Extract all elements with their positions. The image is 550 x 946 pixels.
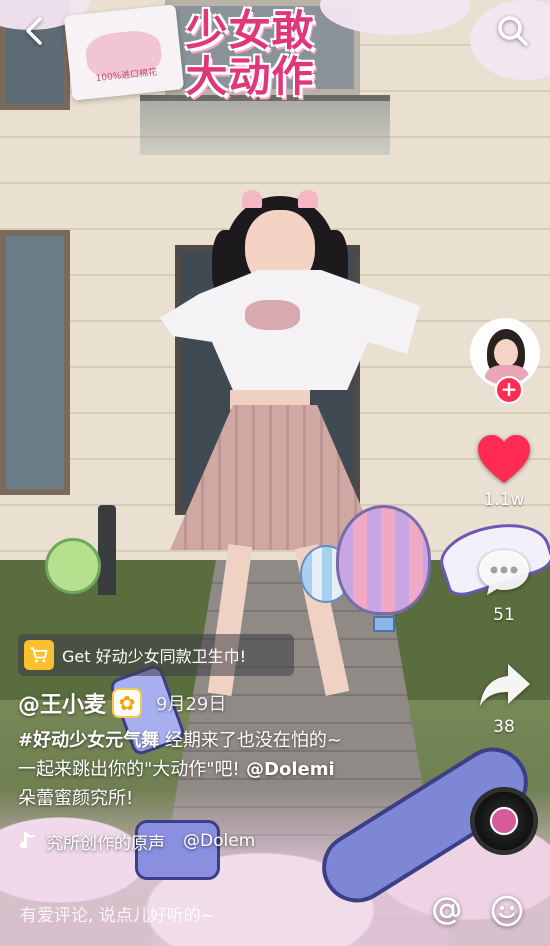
product-link-button[interactable]: Get 好动少女同款卫生巾! xyxy=(18,634,294,676)
like-count: 1.1w xyxy=(483,490,525,510)
shopping-cart-icon xyxy=(24,640,54,670)
sound-mention[interactable]: @Dolem xyxy=(183,831,255,851)
caption-text: 一起来跳出你的"大动作"吧! xyxy=(18,759,240,780)
comment-bar xyxy=(0,886,550,946)
campaign-title-line2: 大动作 xyxy=(185,52,315,101)
caption-text: 经期来了也没在怕的~ xyxy=(159,730,342,751)
glass-canopy xyxy=(140,95,390,155)
share-count: 38 xyxy=(493,717,515,737)
follow-button[interactable]: + xyxy=(495,376,523,404)
music-disc-button[interactable] xyxy=(470,787,538,855)
video-screen[interactable]: 100%进口棉花 少女敢 大动作 + 1.1w 51 38 Get 好动少女同款… xyxy=(0,0,550,946)
music-note-icon xyxy=(20,832,36,849)
comment-count: 51 xyxy=(493,605,515,625)
back-button[interactable] xyxy=(18,14,52,48)
caption-line: 一起来跳出你的"大动作"吧! @Dolemi xyxy=(18,755,408,784)
emoji-button[interactable] xyxy=(490,894,524,928)
caption-line: #好动少女元气舞 经期来了也没在怕的~ xyxy=(18,726,408,755)
search-button[interactable] xyxy=(496,14,530,48)
post-date: 9月29日 xyxy=(156,694,227,715)
mention-button[interactable] xyxy=(430,894,464,928)
sound-title[interactable]: 究所创作的原声 xyxy=(46,829,165,854)
author-row: @王小麦 ✿ 9月29日 xyxy=(18,686,226,720)
like-button[interactable] xyxy=(476,433,532,485)
campaign-title: 少女敢 大动作 xyxy=(170,8,330,100)
search-icon xyxy=(498,16,528,46)
product-package-sticker: 100%进口棉花 xyxy=(63,4,185,101)
heart-icon xyxy=(478,435,530,483)
tennis-ball-sticker xyxy=(45,538,101,594)
mention-link[interactable]: @Dolemi xyxy=(240,759,335,780)
window xyxy=(0,230,70,495)
comment-button[interactable] xyxy=(476,546,532,598)
blouse xyxy=(160,270,420,390)
caption-line: 朵蕾蜜颜究所! xyxy=(18,788,134,809)
product-package-text: 100%进口棉花 xyxy=(95,67,158,85)
avatar-face xyxy=(494,339,518,367)
sound-row[interactable]: 究所创作的原声 @Dolem xyxy=(18,826,255,856)
balloon-basket xyxy=(373,616,395,632)
bollard xyxy=(98,505,116,595)
hot-air-balloon-sticker xyxy=(336,505,431,615)
cat-ear xyxy=(242,190,262,208)
video-caption: #好动少女元气舞 经期来了也没在怕的~ 一起来跳出你的"大动作"吧! @Dole… xyxy=(18,726,408,813)
comment-input[interactable] xyxy=(20,896,420,936)
chevron-left-icon xyxy=(26,17,42,45)
campaign-title-line1: 少女敢 xyxy=(185,6,315,55)
product-link-label: Get 好动少女同款卫生巾! xyxy=(62,647,247,666)
author-avatar-button[interactable]: + xyxy=(470,318,540,404)
emoji-icon xyxy=(491,895,523,927)
bow xyxy=(245,300,300,330)
sunflower-icon: ✿ xyxy=(112,688,143,718)
cat-ear xyxy=(298,190,318,208)
music-disc-cover xyxy=(490,807,518,835)
hashtag-link[interactable]: #好动少女元气舞 xyxy=(18,730,159,751)
share-button[interactable] xyxy=(478,660,532,710)
comment-bubble-icon xyxy=(479,550,529,595)
share-arrow-icon xyxy=(480,664,530,706)
author-handle[interactable]: @王小麦 xyxy=(18,687,106,719)
at-sign-icon xyxy=(433,897,461,925)
